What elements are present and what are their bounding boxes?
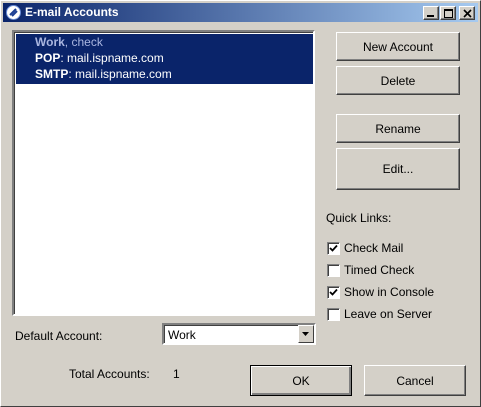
close-icon bbox=[463, 9, 472, 18]
title-bar[interactable]: E-mail Accounts bbox=[3, 3, 478, 22]
minimize-button[interactable] bbox=[423, 6, 439, 20]
pop-server: : mail.ispname.com bbox=[60, 51, 164, 65]
checkbox-show-in-console[interactable] bbox=[327, 286, 340, 299]
checkbox-check-mail[interactable] bbox=[327, 242, 340, 255]
delete-button[interactable]: Delete bbox=[336, 66, 460, 95]
total-accounts-label: Total Accounts: bbox=[69, 367, 150, 381]
minimize-icon bbox=[427, 15, 434, 17]
account-name: Work bbox=[35, 35, 65, 49]
close-button[interactable] bbox=[459, 6, 475, 20]
smtp-server: : mail.ispname.com bbox=[68, 67, 172, 81]
ok-button[interactable]: OK bbox=[250, 365, 352, 396]
timed-check-label: Timed Check bbox=[344, 263, 415, 277]
account-status: , check bbox=[64, 35, 103, 49]
email-accounts-window: E-mail Accounts Work, check POP: mail.is… bbox=[0, 0, 481, 407]
new-account-button[interactable]: New Account bbox=[336, 32, 460, 61]
default-account-dropdown[interactable]: Work bbox=[162, 323, 316, 345]
checkbox-timed-check[interactable] bbox=[327, 264, 340, 277]
list-item-selected[interactable]: Work, check POP: mail.ispname.com SMTP: … bbox=[16, 34, 313, 84]
pop-label: POP bbox=[35, 51, 61, 65]
quick-links-heading: Quick Links: bbox=[326, 211, 392, 225]
maximize-icon bbox=[444, 9, 453, 18]
checkbox-leave-on-server[interactable] bbox=[327, 308, 340, 321]
leave-on-server-label: Leave on Server bbox=[344, 307, 433, 321]
checkmark-icon bbox=[329, 244, 338, 252]
rename-button[interactable]: Rename bbox=[336, 114, 460, 143]
app-icon bbox=[6, 5, 21, 20]
total-accounts-count: 1 bbox=[173, 367, 180, 381]
default-account-value: Work bbox=[168, 328, 196, 342]
default-account-label: Default Account: bbox=[15, 329, 103, 343]
smtp-label: SMTP bbox=[35, 67, 69, 81]
dropdown-arrow-button[interactable] bbox=[298, 325, 314, 343]
chevron-down-icon bbox=[302, 332, 309, 336]
accounts-list[interactable]: Work, check POP: mail.ispname.com SMTP: … bbox=[12, 30, 315, 316]
checkmark-icon bbox=[329, 288, 338, 296]
check-mail-label: Check Mail bbox=[344, 241, 404, 255]
window-title: E-mail Accounts bbox=[25, 5, 119, 19]
edit-button[interactable]: Edit... bbox=[336, 148, 460, 190]
maximize-button[interactable] bbox=[440, 6, 456, 20]
show-in-console-label: Show in Console bbox=[344, 285, 435, 299]
cancel-button[interactable]: Cancel bbox=[364, 365, 466, 396]
